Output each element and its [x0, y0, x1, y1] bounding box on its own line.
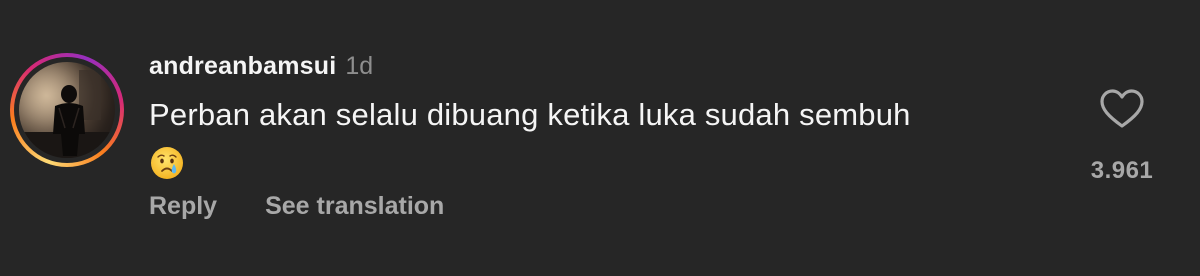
avatar[interactable] — [19, 62, 115, 158]
comment-timestamp: 1d — [345, 52, 374, 80]
see-translation-button[interactable]: See translation — [265, 192, 444, 221]
heart-outline-icon — [1100, 89, 1144, 128]
emoji-line — [149, 139, 1029, 183]
like-count: 3.961 — [1090, 157, 1154, 184]
like-button[interactable] — [1098, 86, 1146, 134]
avatar-story-ring[interactable] — [10, 53, 124, 167]
reply-button[interactable]: Reply — [149, 192, 217, 221]
avatar-photo — [19, 62, 115, 158]
avatar-ring-gap — [14, 57, 120, 163]
comment-header: andreanbamsui 1d — [149, 52, 373, 81]
crying-face-emoji — [151, 146, 183, 179]
username-link[interactable]: andreanbamsui — [149, 52, 336, 81]
comment-text: Perban akan selalu dibuang ketika luka s… — [149, 97, 911, 132]
comment-actions: Reply See translation — [149, 192, 444, 221]
comment-item: andreanbamsui 1d Perban akan selalu dibu… — [0, 0, 1200, 276]
comment-body: Perban akan selalu dibuang ketika luka s… — [149, 93, 1029, 183]
